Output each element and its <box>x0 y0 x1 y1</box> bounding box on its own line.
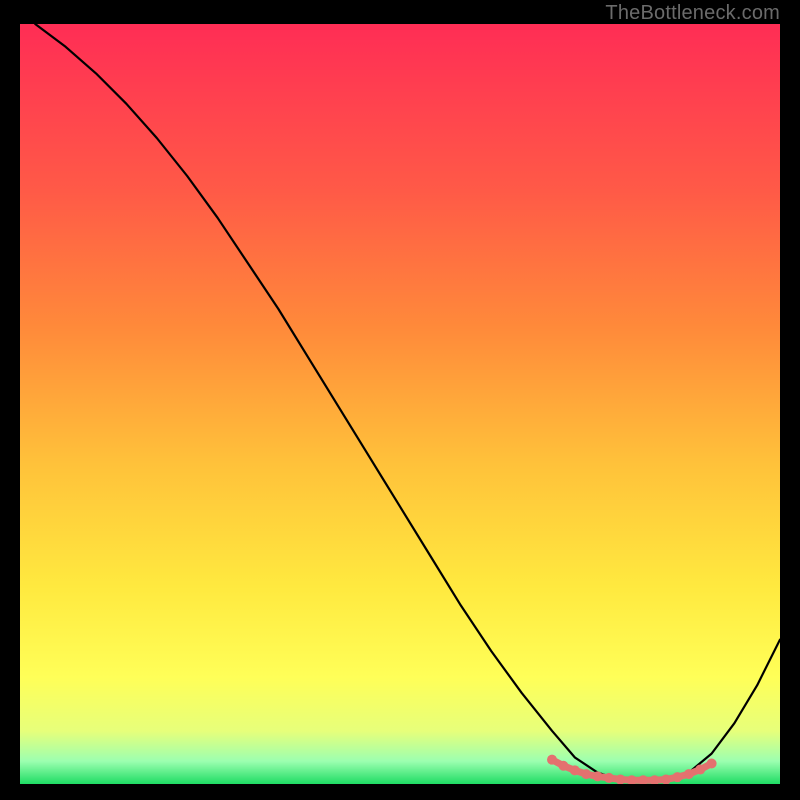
optimal-marker-dot <box>707 758 717 768</box>
optimal-marker-dot <box>570 765 580 775</box>
optimal-marker-dot <box>661 774 671 784</box>
optimal-marker-dot <box>695 765 705 775</box>
bottleneck-chart <box>20 24 780 784</box>
chart-frame <box>20 24 780 784</box>
watermark-text: TheBottleneck.com <box>605 2 780 25</box>
optimal-marker-dot <box>581 769 591 779</box>
optimal-marker-dot <box>604 773 614 783</box>
gradient-background <box>20 24 780 784</box>
optimal-marker-dot <box>684 769 694 779</box>
optimal-marker-dot <box>558 761 568 771</box>
optimal-marker-dot <box>593 771 603 781</box>
optimal-marker-dot <box>615 774 625 784</box>
optimal-marker-dot <box>672 772 682 782</box>
optimal-marker-dot <box>547 755 557 765</box>
